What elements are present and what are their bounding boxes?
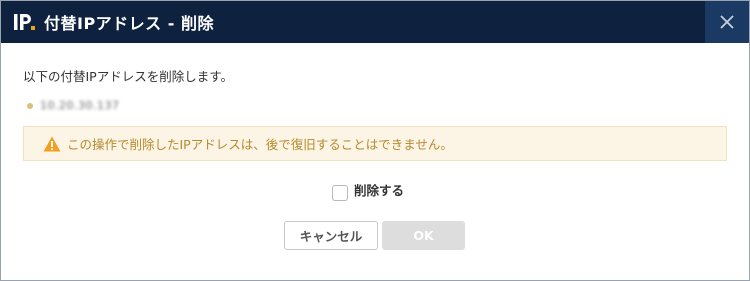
- cancel-button[interactable]: キャンセル: [284, 221, 378, 250]
- ip-address-value: 10.20.30.137: [40, 99, 120, 112]
- confirm-delete-row: 削除する: [332, 178, 404, 201]
- ip-logo-icon: [12, 9, 38, 35]
- delete-ip-dialog: 付替IPアドレス - 削除 以下の付替IPアドレスを削除します。 10.20.3…: [0, 0, 750, 281]
- warning-triangle-icon: [43, 136, 61, 152]
- confirm-delete-checkbox[interactable]: [332, 185, 348, 201]
- confirm-delete-label[interactable]: 削除する: [354, 180, 404, 199]
- warning-text: この操作で削除したIPアドレスは、後で復旧することはできません。: [67, 137, 453, 152]
- ok-button[interactable]: OK: [382, 221, 465, 250]
- dialog-titlebar: 付替IPアドレス - 削除: [1, 1, 749, 43]
- close-button[interactable]: [705, 1, 749, 43]
- bullet-icon: [27, 102, 33, 109]
- dialog-message: 以下の付替IPアドレスを削除します。: [23, 69, 233, 84]
- dialog-title: 付替IPアドレス - 削除: [44, 14, 214, 33]
- ip-list-item: 10.20.30.137: [27, 99, 119, 112]
- close-icon: [720, 15, 734, 29]
- warning-alert: この操作で削除したIPアドレスは、後で復旧することはできません。: [23, 126, 727, 161]
